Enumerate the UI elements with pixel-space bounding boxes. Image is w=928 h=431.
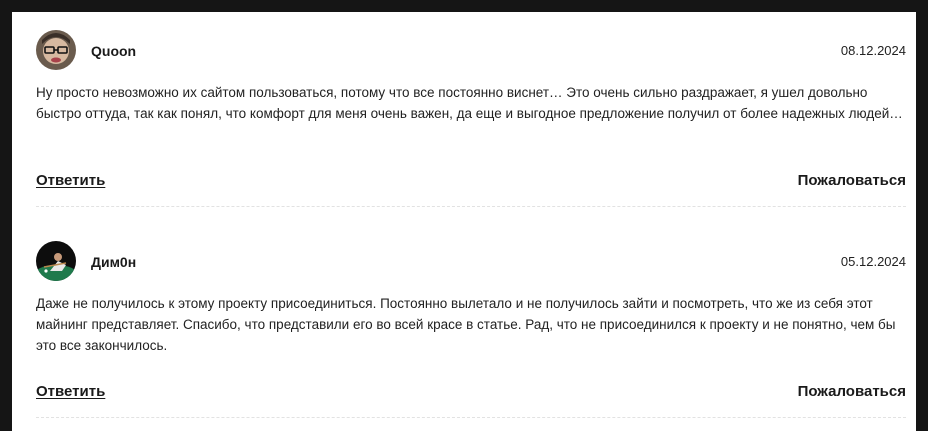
comment-divider	[36, 206, 906, 207]
comment-author: Дим0н	[91, 254, 137, 270]
comment-text: Ну просто невозможно их сайтом пользоват…	[36, 85, 903, 121]
avatar	[36, 241, 76, 281]
comment-header: Quoon 08.12.2024	[36, 30, 906, 72]
comment-item: Quoon 08.12.2024 Ну просто невозможно их…	[36, 30, 906, 207]
reply-link[interactable]: Ответить	[36, 172, 105, 190]
comment-divider	[36, 417, 906, 418]
comments-panel: Quoon 08.12.2024 Ну просто невозможно их…	[12, 12, 916, 431]
report-link[interactable]: Пожаловаться	[798, 172, 906, 190]
comment-actions: Ответить Пожаловаться	[36, 383, 906, 403]
avatar	[36, 30, 76, 70]
user-photo-avatar-icon	[36, 30, 76, 70]
comment-actions: Ответить Пожаловаться	[36, 172, 906, 192]
reply-link[interactable]: Ответить	[36, 383, 105, 401]
comment-author: Quoon	[91, 43, 137, 59]
comment-date: 05.12.2024	[840, 254, 906, 269]
comment-header: Дим0н 05.12.2024	[36, 241, 906, 283]
user-photo-avatar-icon	[36, 241, 76, 281]
comment-date: 08.12.2024	[840, 43, 906, 58]
comment-text: Даже не получилось к этому проекту присо…	[36, 296, 896, 353]
comment-item: Дим0н 05.12.2024 Даже не получилось к эт…	[36, 241, 906, 418]
report-link[interactable]: Пожаловаться	[798, 383, 906, 401]
